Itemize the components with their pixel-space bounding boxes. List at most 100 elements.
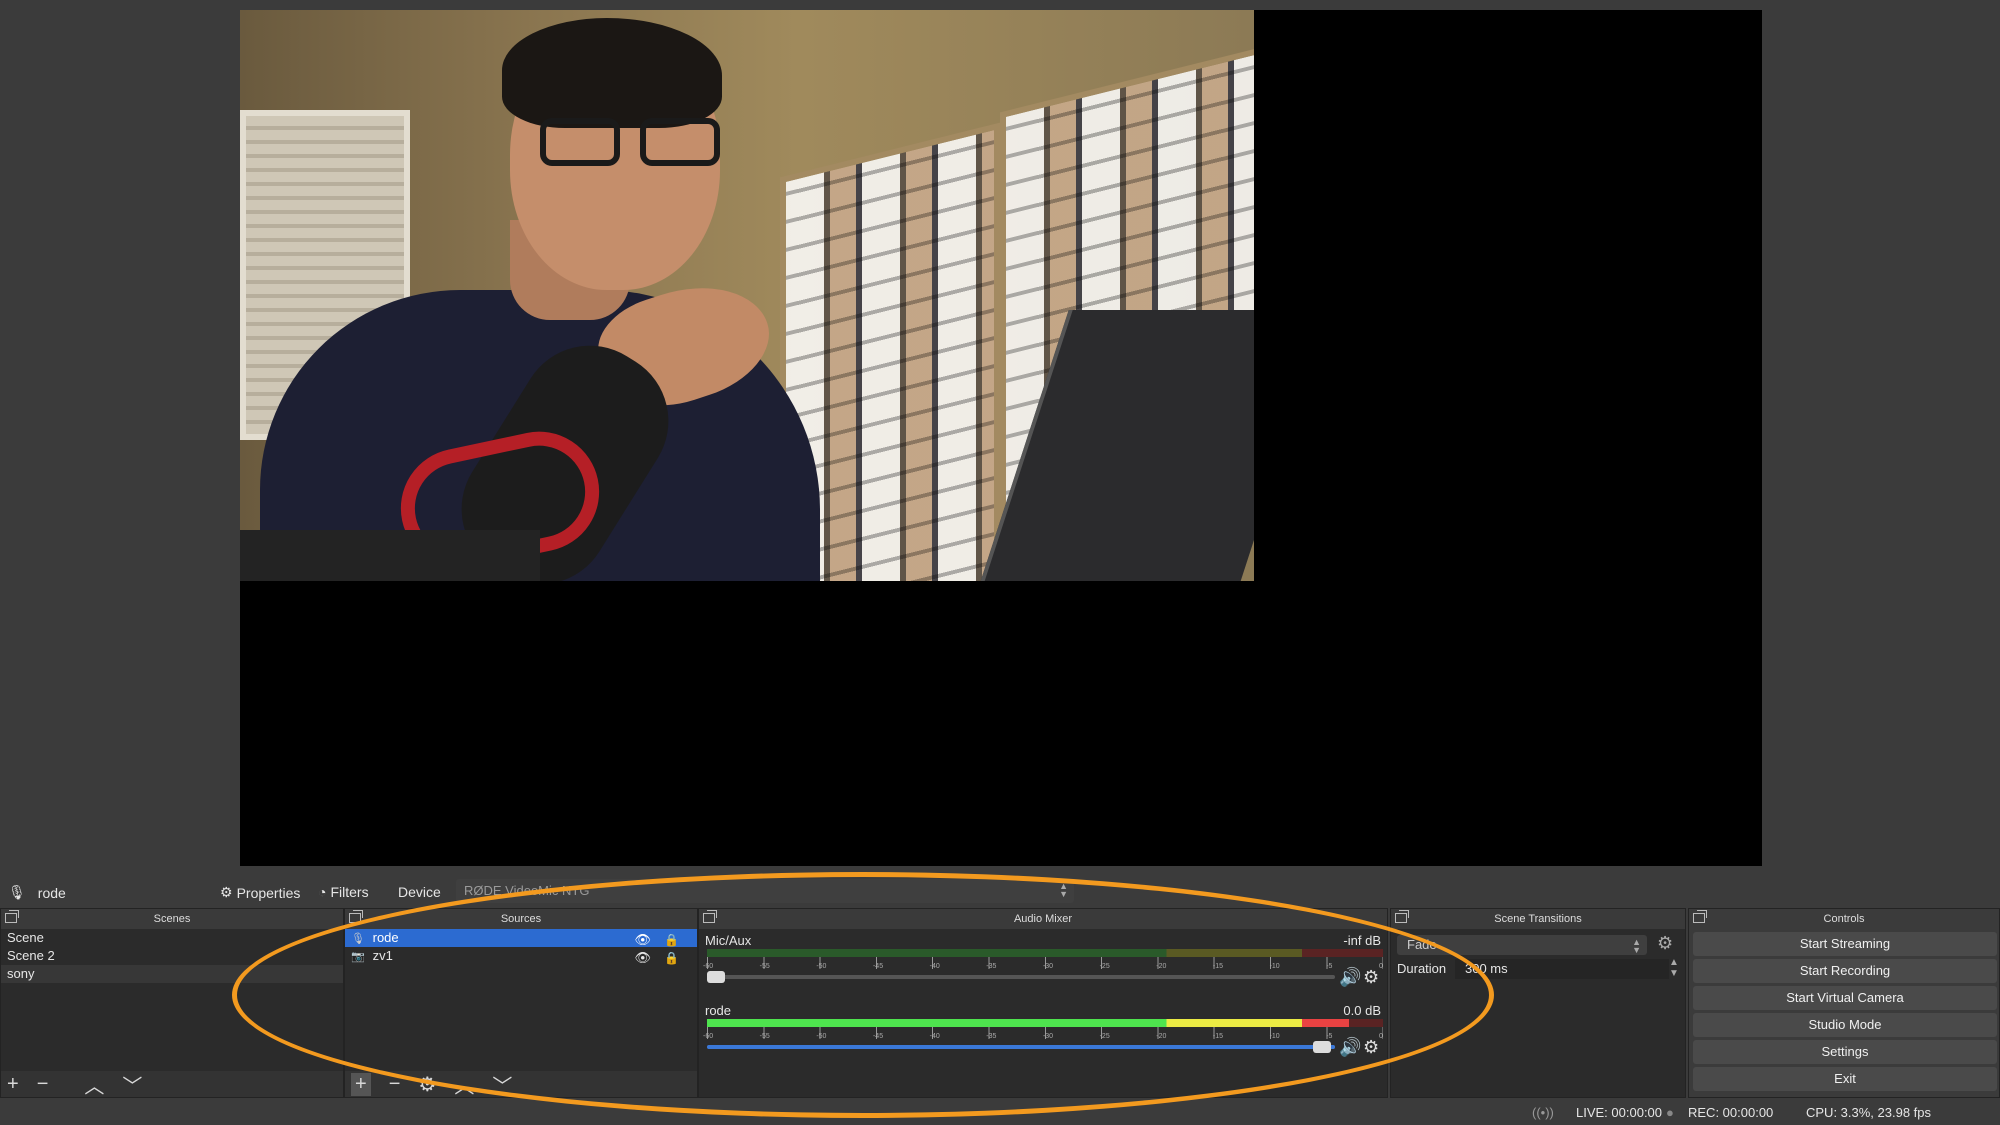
tick-label: -35 [986, 963, 997, 970]
tick-label: -35 [986, 1033, 997, 1040]
sources-dock-header: Sources [345, 909, 697, 929]
add-icon[interactable]: + [351, 1072, 371, 1096]
scenes-toolbar: + − ︿ ﹀ [1, 1070, 343, 1099]
filters-button[interactable]: ◔ Filters [318, 884, 369, 900]
mixer-channel-mic-aux: Mic/Aux -inf dB -60 -55 -50 -45 -40 -35 -30 -25… [703, 933, 1383, 997]
selected-source: 🎙 rode [8, 884, 66, 901]
volume-meter [707, 949, 1383, 957]
speaker-icon[interactable]: 🔊 [1339, 967, 1361, 988]
live-timer: LIVE: 00:00:00 [1576, 1105, 1663, 1120]
fader-knob[interactable] [1313, 1041, 1332, 1053]
tick-label: -25 [1099, 963, 1110, 970]
undock-icon[interactable] [1395, 910, 1409, 923]
transition-select[interactable]: Fade ▲ ▼ [1397, 935, 1647, 955]
undock-icon[interactable] [5, 910, 19, 923]
move-up-icon[interactable]: ︿ [454, 1070, 474, 1099]
device-label: Device [398, 884, 441, 900]
tick-label: -15 [1212, 1033, 1224, 1040]
cpu-fps: CPU: 3.3%, 23.98 fps [1806, 1105, 1932, 1120]
volume-fader[interactable] [707, 1041, 1335, 1053]
channel-name: Mic/Aux [705, 933, 752, 948]
gear-icon[interactable]: ⚙ [1657, 933, 1673, 954]
scene-item[interactable]: Scene [1, 929, 343, 947]
gear-icon[interactable]: ⚙ [418, 1072, 436, 1097]
preview-canvas[interactable] [240, 10, 1762, 866]
microphone-icon: 🎙 [8, 884, 26, 900]
mixer-channel-rode: rode 0.0 dB -60 -55 -50 -45 -40 -35 -30 -25 -20-… [703, 1003, 1383, 1067]
tick-label: -10 [1269, 1033, 1280, 1040]
broadcast-icon: ((•)) [1532, 1105, 1554, 1120]
camera-icon: 📷 [351, 951, 365, 963]
tick-label: -15 [1212, 963, 1224, 970]
tick-label: -10 [1269, 963, 1280, 970]
source-toolbar: 🎙 rode ⚙ Properties ◔ Filters Device RØD… [0, 876, 2000, 908]
updown-chevron-icon: ▲ ▼ [1059, 881, 1068, 899]
source-item-rode[interactable]: 🎙 rode 👁 🔒 [345, 929, 697, 947]
scenes-dock-header: Scenes [1, 909, 343, 929]
tick-label: 0 [1378, 1033, 1383, 1040]
rec-timer: REC: 00:00:00 [1688, 1105, 1774, 1120]
start-recording-button[interactable]: Start Recording [1693, 959, 1997, 983]
speaker-icon[interactable]: 🔊 [1339, 1037, 1361, 1058]
tick-label: -30 [1042, 1033, 1054, 1040]
undock-icon[interactable] [1693, 910, 1707, 923]
volume-meter [707, 1019, 1383, 1027]
tick-label: -5 [1326, 963, 1333, 970]
undock-icon[interactable] [703, 910, 717, 923]
status-bar: ((•)) LIVE: 00:00:00 ● REC: 00:00:00 CPU… [0, 1098, 2000, 1125]
controls-dock: Controls Start Streaming Start Recording… [1688, 908, 2000, 1098]
duration-label: Duration [1397, 961, 1447, 976]
settings-button[interactable]: Settings [1693, 1040, 1997, 1064]
sources-toolbar: + − ⚙ ︿ ﹀ [345, 1070, 697, 1099]
sources-dock: Sources 🎙 rode 👁 🔒 📷 zv1 👁 🔒 + − ⚙ ︿ ﹀ [344, 908, 698, 1098]
channel-db: -inf dB [1343, 933, 1381, 948]
scene-item[interactable]: Scene 2 [1, 947, 343, 965]
properties-button[interactable]: ⚙ Properties [220, 884, 300, 901]
record-dot-icon: ● [1666, 1105, 1674, 1120]
microphone-icon: 🎙 [351, 933, 365, 945]
studio-mode-button[interactable]: Studio Mode [1693, 1013, 1997, 1037]
start-virtual-camera-button[interactable]: Start Virtual Camera [1693, 986, 1997, 1010]
channel-name: rode [705, 1003, 732, 1018]
gear-icon[interactable]: ⚙ [1363, 967, 1379, 988]
scene-transitions-header: Scene Transitions [1391, 909, 1685, 929]
tick-label: -40 [929, 1033, 940, 1040]
tick-label: -55 [759, 1033, 770, 1040]
device-select[interactable]: RØDE VideoMic NTG ▲ ▼ [456, 879, 1074, 903]
tick-label: -60 [703, 1033, 714, 1040]
audio-mixer-dock: Audio Mixer Mic/Aux -inf dB -60 -55 -50 -45… [698, 908, 1388, 1098]
tick-label: -20 [1156, 963, 1167, 970]
eye-icon[interactable]: 👁 [634, 949, 651, 967]
duration-input[interactable]: 300 ms [1455, 959, 1669, 979]
scene-transitions-dock: Scene Transitions Fade ▲ ▼ ⚙ Duration 300… [1390, 908, 1686, 1098]
selected-source-name: rode [37, 884, 66, 901]
updown-chevron-icon: ▲ ▼ [1632, 937, 1641, 955]
add-icon[interactable]: + [7, 1073, 19, 1096]
source-item-zv1[interactable]: 📷 zv1 👁 🔒 [345, 947, 697, 965]
volume-fader[interactable] [707, 971, 1335, 983]
gear-icon: ⚙ [220, 884, 233, 900]
tick-label: -45 [872, 963, 884, 970]
duration-stepper-icon[interactable]: ▲ ▼ [1669, 957, 1679, 979]
move-down-icon[interactable]: ﹀ [122, 1070, 142, 1099]
start-streaming-button[interactable]: Start Streaming [1693, 932, 1997, 956]
fader-knob[interactable] [707, 971, 726, 983]
lock-icon[interactable]: 🔒 [664, 949, 679, 967]
tick-label: -45 [872, 1033, 884, 1040]
move-down-icon[interactable]: ﹀ [492, 1070, 512, 1099]
scene-item-selected[interactable]: sony [1, 965, 343, 983]
undock-icon[interactable] [349, 910, 363, 923]
tick-label: 0 [1378, 963, 1383, 970]
exit-button[interactable]: Exit [1693, 1067, 1997, 1091]
tick-label: -30 [1042, 963, 1054, 970]
remove-icon[interactable]: − [37, 1073, 49, 1096]
tick-label: -60 [703, 963, 714, 970]
meter-tick-labels: -60 -55 -50 -45 -40 -35 -30 -25 -20 -15 -10 -5 0 [703, 963, 1383, 970]
tick-label: -25 [1099, 1033, 1110, 1040]
remove-icon[interactable]: − [389, 1073, 401, 1096]
gear-icon[interactable]: ⚙ [1363, 1037, 1379, 1058]
move-up-icon[interactable]: ︿ [84, 1070, 104, 1099]
tick-label: -5 [1326, 1033, 1333, 1040]
tick-label: -20 [1156, 1033, 1167, 1040]
filters-icon: ◔ [318, 884, 327, 900]
